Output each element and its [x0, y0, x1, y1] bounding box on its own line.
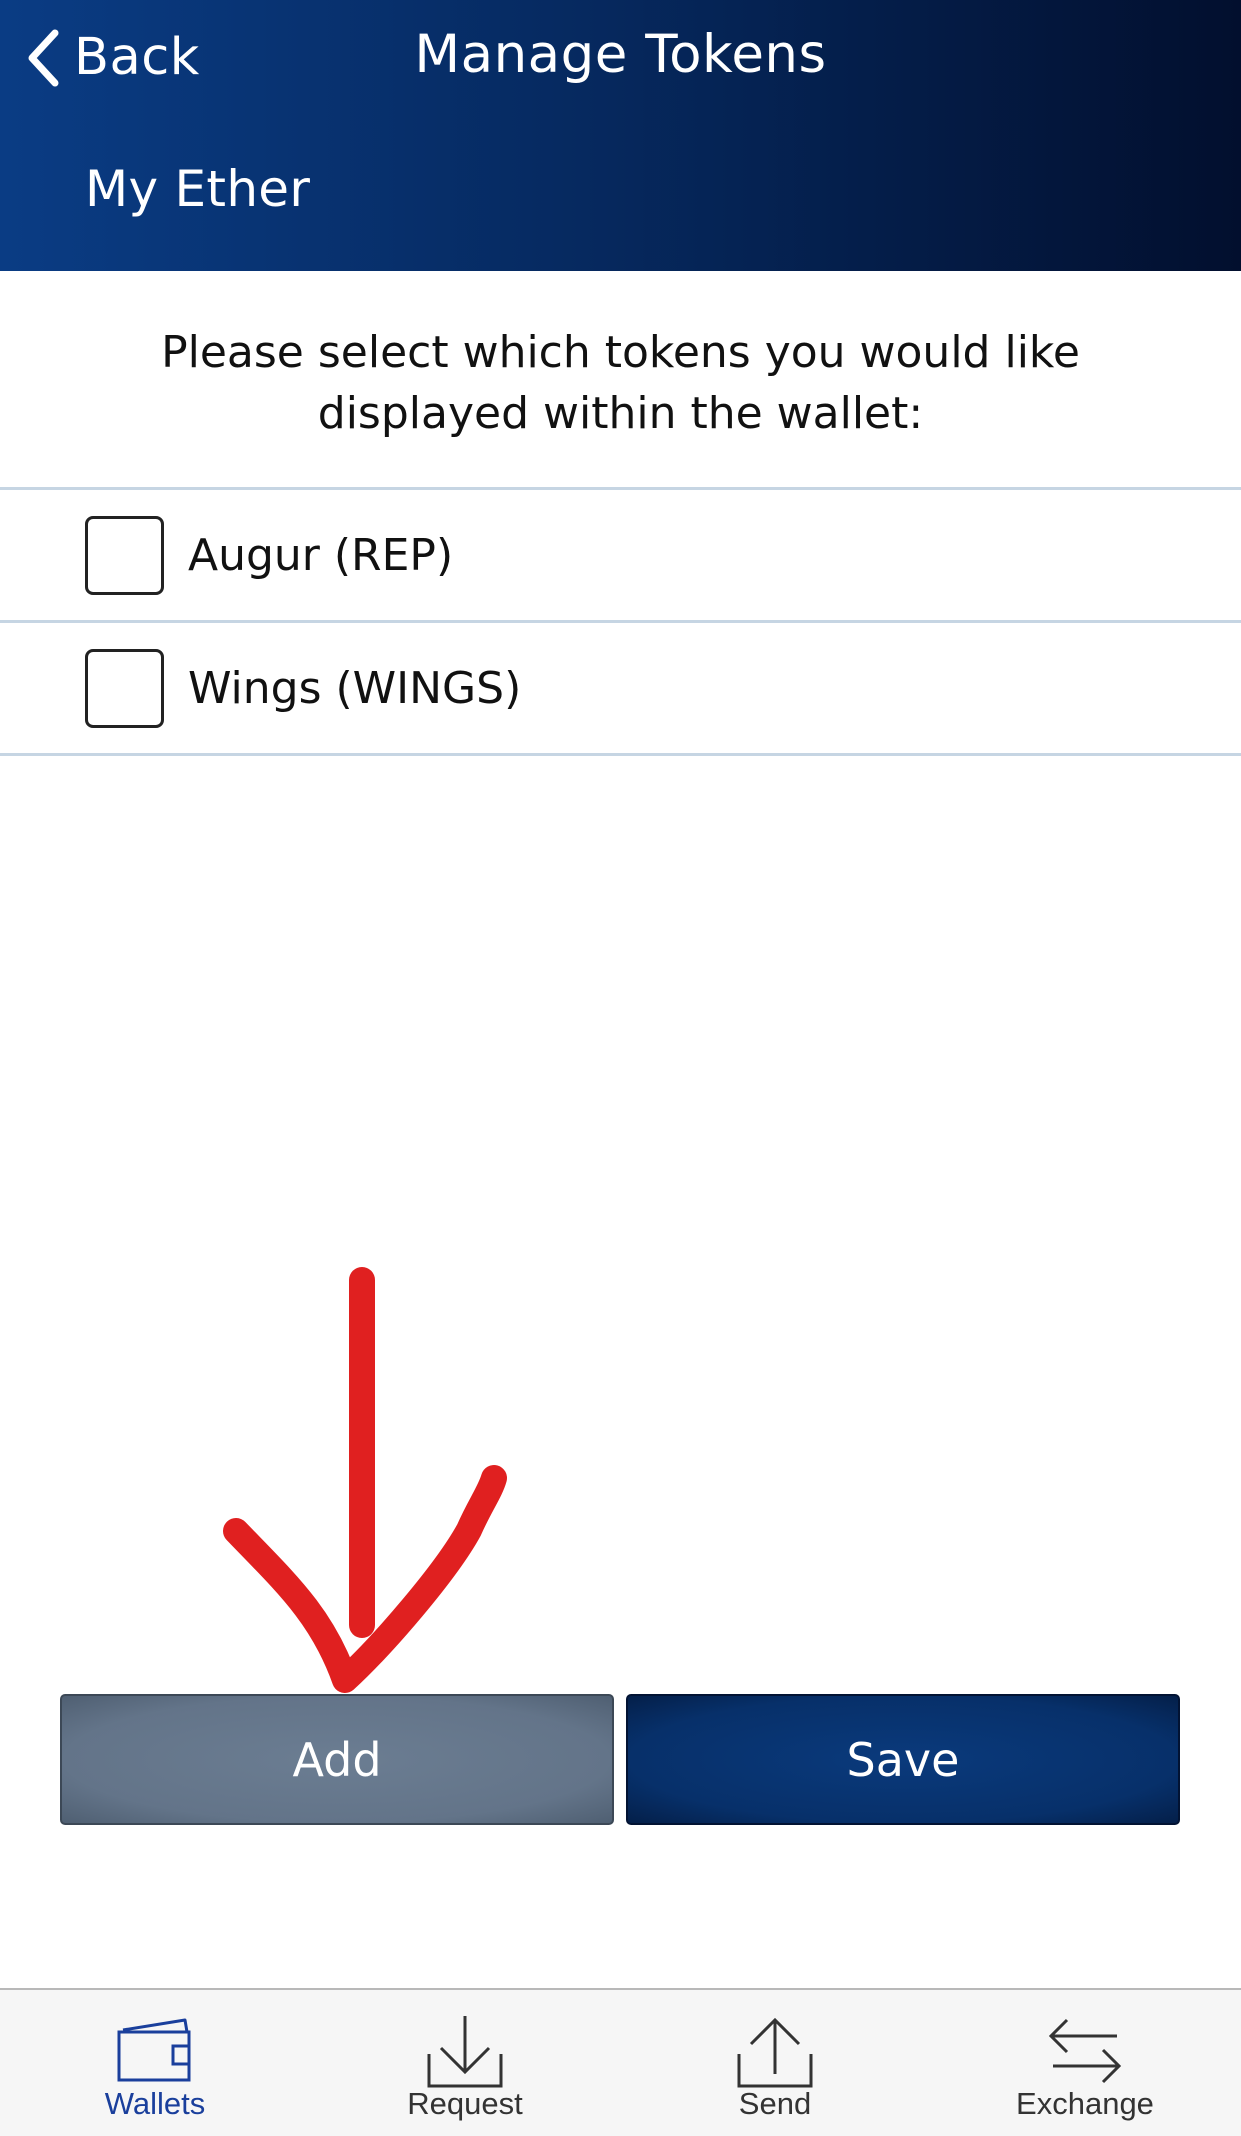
token-row-wings[interactable]: Wings (WINGS): [0, 620, 1241, 756]
token-label: Wings (WINGS): [188, 662, 522, 714]
token-list: Augur (REP) Wings (WINGS): [0, 487, 1241, 756]
instruction-text: Please select which tokens you would lik…: [161, 327, 1080, 439]
save-button-label: Save: [846, 1732, 960, 1787]
add-button[interactable]: Add: [60, 1694, 614, 1825]
tab-request[interactable]: Request: [310, 1990, 620, 2136]
wings-checkbox[interactable]: [85, 648, 164, 728]
upload-icon: [737, 2017, 813, 2088]
save-button[interactable]: Save: [626, 1694, 1180, 1825]
augur-checkbox[interactable]: [85, 515, 164, 595]
tab-label: Request: [407, 2086, 523, 2121]
page-title: Manage Tokens: [414, 24, 827, 85]
token-row-augur[interactable]: Augur (REP): [0, 487, 1241, 620]
tab-label: Send: [738, 2086, 812, 2121]
tab-send[interactable]: Send: [620, 1990, 930, 2136]
add-button-label: Add: [292, 1732, 382, 1787]
download-icon: [427, 2016, 503, 2088]
wallet-icon: [117, 2018, 191, 2082]
header: Back Manage Tokens My Ether: [0, 0, 1241, 271]
tab-exchange[interactable]: Exchange: [930, 1990, 1240, 2136]
exchange-arrows-icon: [1048, 2018, 1122, 2084]
token-label: Augur (REP): [188, 529, 454, 581]
tab-label: Exchange: [1016, 2086, 1154, 2121]
tab-wallets[interactable]: Wallets: [0, 1990, 310, 2136]
wallet-name: My Ether: [85, 160, 311, 218]
tab-label: Wallets: [104, 2086, 206, 2121]
tab-bar: Wallets Request Send Exchange: [0, 1988, 1241, 2136]
